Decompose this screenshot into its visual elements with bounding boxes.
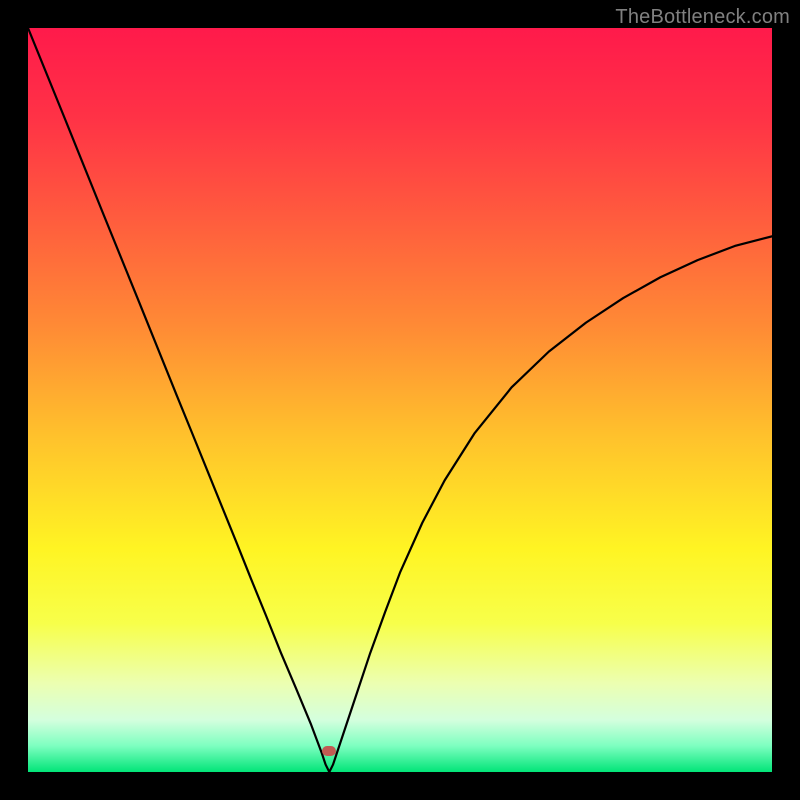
optimal-point-marker [322, 746, 336, 756]
bottleneck-curve [28, 28, 772, 772]
plot-area [28, 28, 772, 772]
watermark-text: TheBottleneck.com [615, 6, 790, 29]
